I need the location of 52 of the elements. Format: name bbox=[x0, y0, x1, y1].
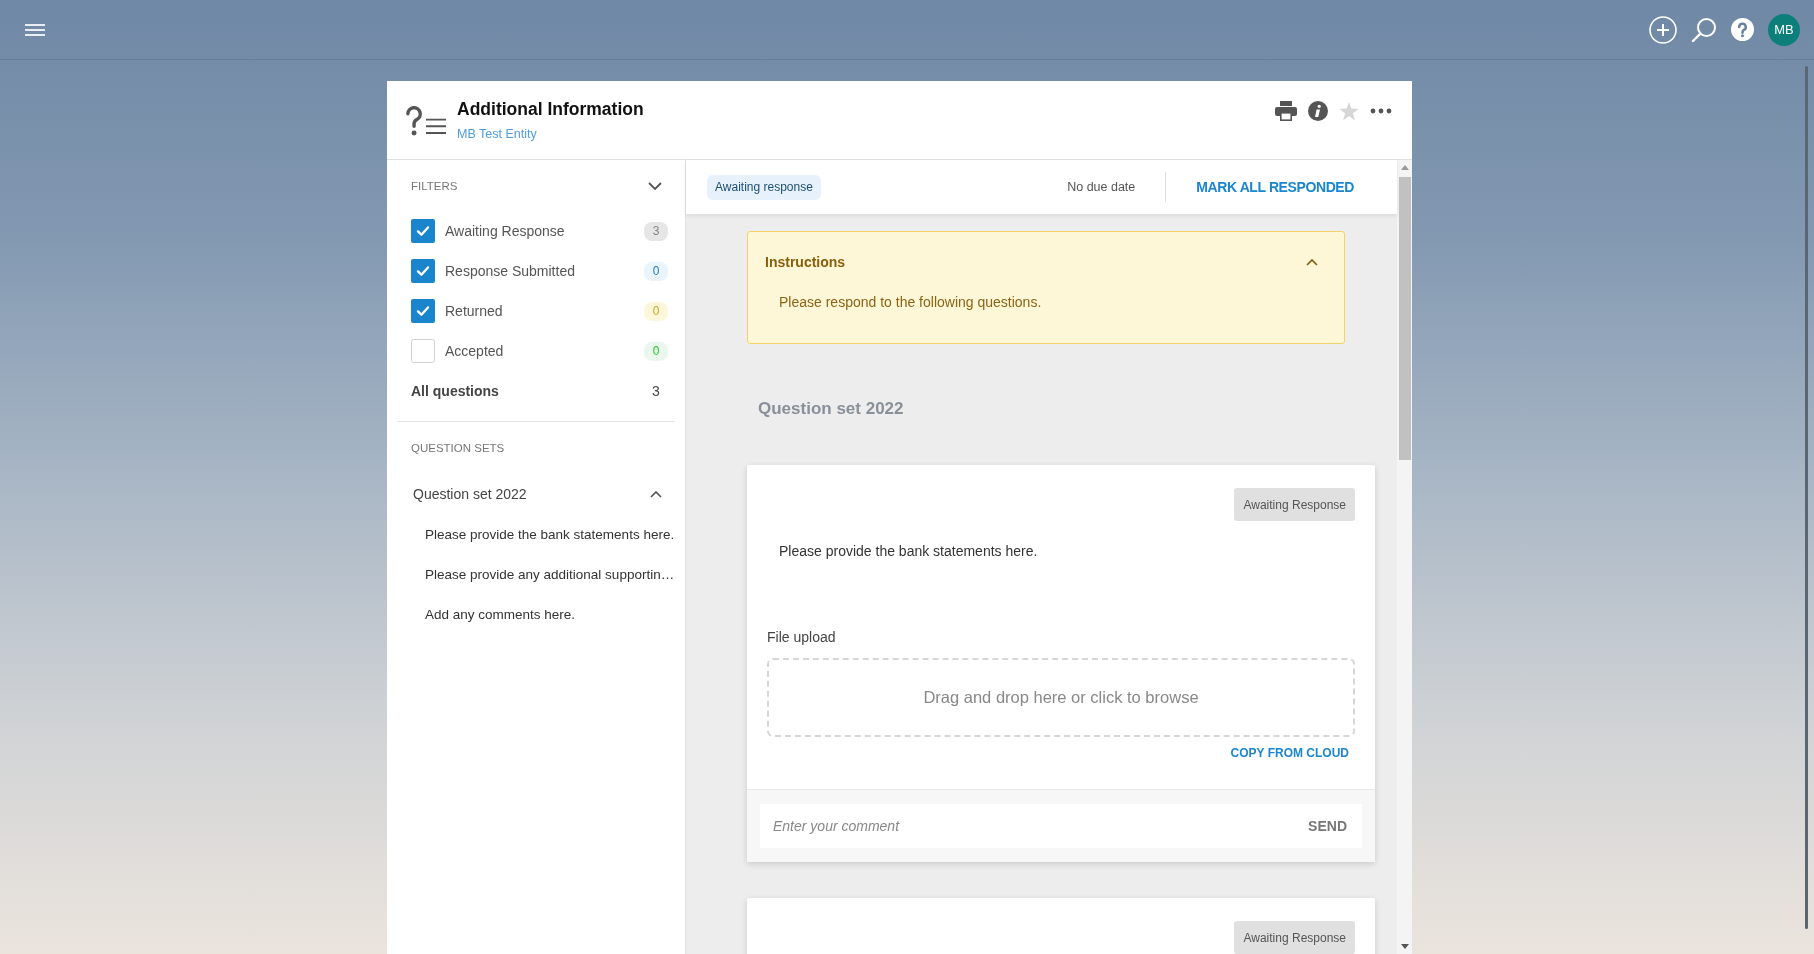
file-upload-label: File upload bbox=[767, 628, 837, 647]
chevron-up-icon[interactable] bbox=[1306, 258, 1318, 266]
count-badge: 0 bbox=[644, 261, 668, 281]
filter-label[interactable]: Accepted bbox=[445, 343, 504, 359]
filter-label[interactable]: Response Submitted bbox=[445, 263, 575, 279]
question-link[interactable]: Please provide the bank statements here. bbox=[425, 526, 675, 542]
star-icon[interactable] bbox=[1339, 101, 1359, 121]
more-icon[interactable] bbox=[1370, 108, 1392, 114]
count-badge: 0 bbox=[644, 341, 668, 361]
scroll-up-icon[interactable] bbox=[1400, 165, 1409, 170]
count-badge: 3 bbox=[644, 221, 668, 241]
question-sets-heading: QUESTION SETS bbox=[411, 441, 506, 456]
question-link[interactable]: Add any comments here. bbox=[425, 606, 576, 622]
checkbox[interactable] bbox=[411, 299, 435, 323]
menu-icon[interactable] bbox=[25, 23, 45, 36]
chevron-up-icon[interactable] bbox=[650, 490, 662, 498]
checkbox[interactable] bbox=[411, 259, 435, 283]
question-text: Please provide the bank statements here. bbox=[779, 542, 1039, 561]
status-badge: Awaiting Response bbox=[1234, 488, 1355, 521]
instructions-text: Please respond to the following questions. bbox=[779, 293, 1043, 312]
search-icon[interactable] bbox=[1691, 16, 1717, 43]
filter-label[interactable]: Returned bbox=[445, 303, 503, 319]
chevron-down-icon[interactable] bbox=[648, 181, 662, 190]
info-icon[interactable] bbox=[1308, 101, 1328, 121]
status-badge: Awaiting Response bbox=[1234, 921, 1355, 954]
question-set-heading: Question set 2022 bbox=[758, 399, 905, 419]
question-list-icon bbox=[405, 104, 447, 138]
mark-all-responded-button[interactable]: MARK ALL RESPONDED bbox=[1196, 179, 1354, 195]
filter-label[interactable]: Awaiting Response bbox=[445, 223, 565, 239]
status-chip: Awaiting response bbox=[707, 174, 821, 200]
print-icon[interactable] bbox=[1275, 101, 1297, 121]
checkbox[interactable] bbox=[411, 339, 435, 363]
due-date-text: No due date bbox=[1067, 180, 1136, 194]
question-link[interactable]: Please provide any additional supportin… bbox=[425, 566, 675, 582]
help-icon[interactable] bbox=[1731, 18, 1754, 41]
count-badge: 0 bbox=[644, 301, 668, 321]
add-icon[interactable] bbox=[1649, 15, 1677, 44]
file-drop-zone[interactable]: Drag and drop here or click to browse bbox=[767, 658, 1355, 737]
all-questions-label[interactable]: All questions bbox=[411, 383, 499, 399]
scrollbar-thumb[interactable] bbox=[1398, 177, 1411, 460]
checkbox[interactable] bbox=[411, 219, 435, 243]
page-scrollbar-thumb[interactable] bbox=[1805, 66, 1808, 929]
copy-from-cloud-link[interactable]: COPY FROM CLOUD bbox=[1230, 745, 1349, 761]
page-title: Additional Information bbox=[457, 98, 644, 120]
question-set-item[interactable]: Question set 2022 bbox=[413, 486, 527, 502]
comment-field[interactable]: Enter your comment bbox=[760, 804, 1297, 848]
instructions-title: Instructions bbox=[765, 254, 846, 270]
scroll-down-icon[interactable] bbox=[1400, 944, 1409, 949]
send-button[interactable]: SEND bbox=[1296, 804, 1362, 848]
filters-heading: FILTERS bbox=[411, 179, 458, 192]
user-avatar[interactable]: MB bbox=[1768, 13, 1800, 46]
all-questions-count: 3 bbox=[651, 383, 661, 399]
